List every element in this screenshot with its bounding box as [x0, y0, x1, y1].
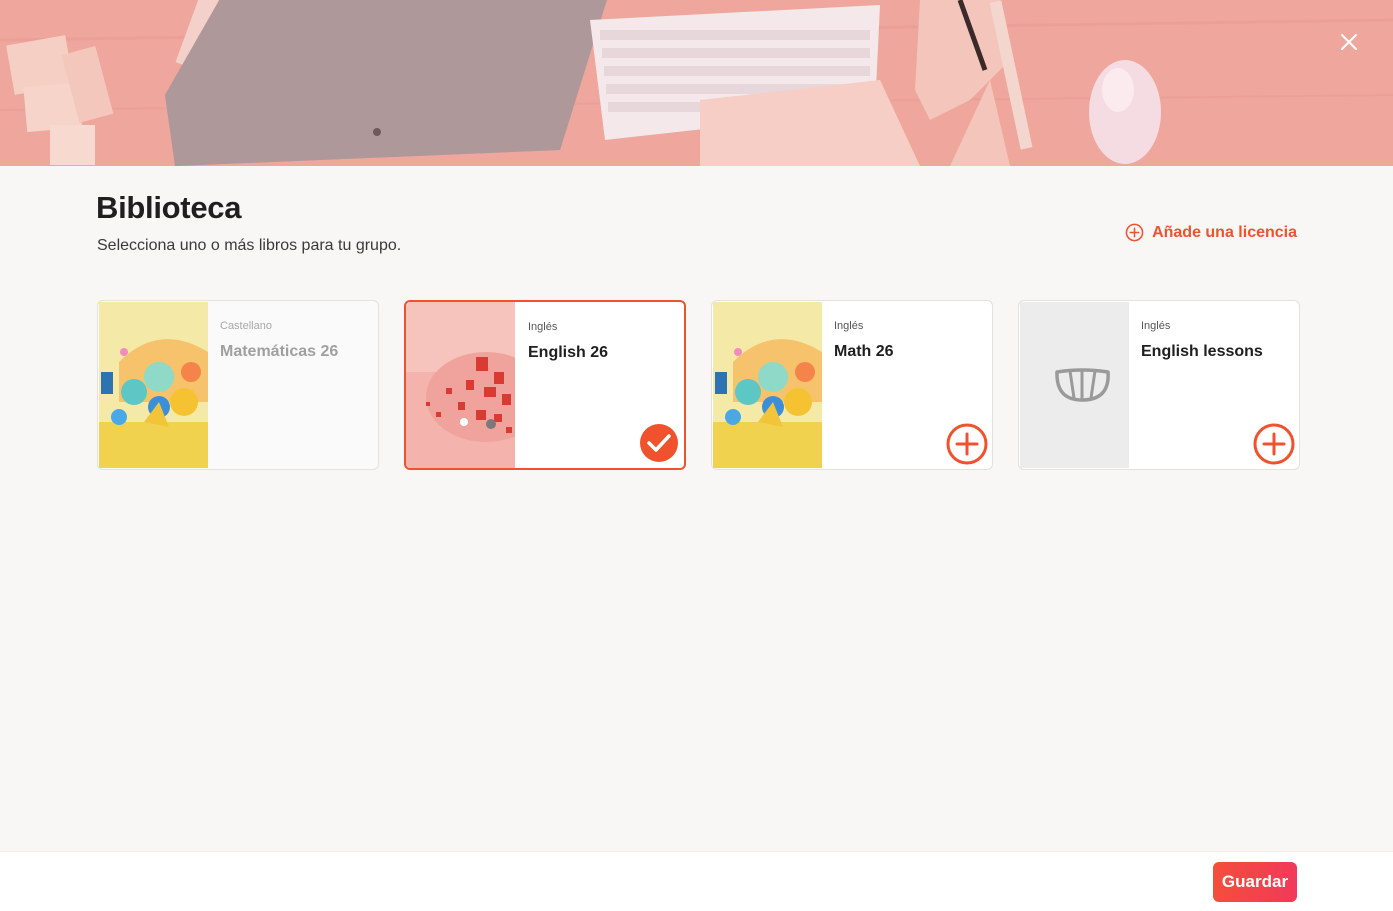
- page-title: Biblioteca: [96, 190, 242, 225]
- book-subject: Castellano: [220, 320, 272, 332]
- header-banner: [0, 0, 1393, 166]
- add-book-button[interactable]: [1253, 423, 1295, 465]
- book-list: Castellano Matemáticas 26 Inglés English…: [97, 300, 1300, 470]
- book-card-math-26[interactable]: Inglés Math 26: [711, 300, 993, 470]
- plus-circle-icon: [946, 423, 988, 465]
- add-license-label: Añade una licencia: [1152, 223, 1297, 241]
- book-title: Matemáticas 26: [220, 343, 339, 360]
- close-icon: [1341, 34, 1357, 50]
- book-subject: Inglés: [1141, 320, 1171, 332]
- book-cover: [713, 302, 822, 468]
- close-button[interactable]: [1337, 30, 1361, 54]
- page-subtitle: Selecciona uno o más libros para tu grup…: [97, 237, 402, 254]
- footer-bar: Guardar: [0, 851, 1393, 911]
- add-license-link[interactable]: Añade una licencia: [1125, 223, 1297, 242]
- book-cover-placeholder: [1020, 302, 1129, 468]
- save-button[interactable]: Guardar: [1213, 862, 1297, 902]
- desk-illustration: [0, 0, 1393, 166]
- book-subject: Inglés: [834, 320, 864, 332]
- smile-logo-icon: [1055, 368, 1110, 402]
- book-card-english-26[interactable]: Inglés English 26: [404, 300, 686, 470]
- selected-check-button[interactable]: [638, 422, 680, 464]
- book-card-matematicas-26[interactable]: Castellano Matemáticas 26: [97, 300, 379, 470]
- book-cover: [99, 302, 208, 468]
- add-book-button[interactable]: [946, 423, 988, 465]
- book-card-english-lessons[interactable]: Inglés English lessons: [1018, 300, 1300, 470]
- check-circle-icon: [640, 424, 678, 462]
- book-title: Math 26: [834, 343, 894, 360]
- book-subject: Inglés: [528, 321, 558, 333]
- book-title: English 26: [528, 344, 609, 361]
- book-cover: [406, 302, 515, 468]
- book-title: English lessons: [1141, 343, 1263, 360]
- plus-circle-icon: [1253, 423, 1295, 465]
- plus-circle-icon: [1125, 223, 1144, 242]
